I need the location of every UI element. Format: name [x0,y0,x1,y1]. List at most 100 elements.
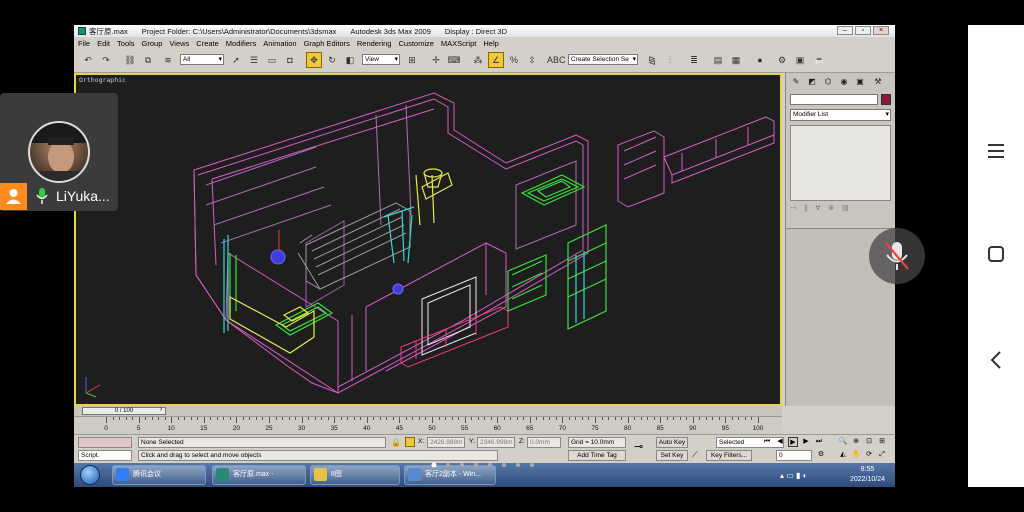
window-crossing-icon[interactable]: ◘ [282,52,298,68]
snaps-toggle-icon[interactable]: ⁂ [470,52,486,68]
unlink-icon[interactable]: ⧉ [140,52,156,68]
zoom-all-icon[interactable]: ⊕ [851,437,861,447]
orbit-icon[interactable]: ⟳ [864,450,874,460]
edit-named-selection-icon[interactable]: ABC [546,52,566,68]
selection-filter-dropdown[interactable]: All [180,54,224,65]
modifier-stack[interactable] [790,125,891,201]
object-color-swatch[interactable] [881,94,891,105]
hierarchy-tab-icon[interactable]: ⌬ [822,76,834,88]
x-coordinate-field[interactable]: 2426.988m [427,437,465,448]
quick-render-icon[interactable]: ☕ [812,52,828,68]
schematic-view-icon[interactable]: ▦ [728,52,744,68]
link-icon[interactable]: ⛓ [122,52,138,68]
keyboard-shortcut-icon[interactable]: ⌨ [446,52,462,68]
menu-animation[interactable]: Animation [263,39,296,48]
z-coordinate-field[interactable]: 0.0mm [527,437,561,448]
select-scale-icon[interactable]: ◧ [342,52,358,68]
select-move-icon[interactable]: ✥ [306,52,322,68]
align-icon[interactable]: ⫶ [662,52,678,68]
lock-icon[interactable]: 🔒 [391,438,401,447]
menu-graph-editors[interactable]: Graph Editors [304,39,350,48]
task-tencent-meeting[interactable]: 腾讯会议 [112,465,206,485]
time-slider[interactable]: 0 / 100 › [74,406,782,416]
go-to-end-icon[interactable]: ⏭ [814,437,824,447]
floating-mic-button[interactable] [869,228,925,284]
select-by-name-icon[interactable]: ☰ [246,52,262,68]
previous-frame-icon[interactable]: ◀ [775,437,785,447]
menu-create[interactable]: Create [196,39,219,48]
key-mode-toggle-icon[interactable]: ⟋ [692,450,698,460]
modify-tab-icon[interactable]: ◩ [806,76,818,88]
next-frame-icon[interactable]: › [160,406,162,413]
next-frame-button-icon[interactable]: ▶ [801,437,811,447]
tray-icons[interactable]: ▴ ▭ ▮ ◐ [780,471,807,480]
stack-buttons[interactable]: ⊣ ∥ ∀ ⊗ ▤ [790,204,891,216]
select-rotate-icon[interactable]: ↻ [324,52,340,68]
y-coordinate-field[interactable]: 2346.998m [477,437,515,448]
maxscript-listener-mini[interactable] [78,437,132,448]
rect-selection-icon[interactable]: ▭ [264,52,280,68]
time-configuration-icon[interactable]: ⚙ [816,450,826,460]
task-3dsmax[interactable]: 客厅原.max - [212,465,306,485]
maximize-button[interactable]: ▫ [855,26,871,35]
layer-manager-icon[interactable]: ≣ [686,52,702,68]
spinner-snap-icon[interactable]: ⇳ [524,52,540,68]
menu-customize[interactable]: Customize [398,39,433,48]
zoom-extents-all-icon[interactable]: ⊞ [877,437,887,447]
menu-views[interactable]: Views [169,39,189,48]
frame-counter[interactable]: 0 / 100 [82,407,166,415]
key-icon[interactable]: ⊸ [634,440,643,453]
menu-modifiers[interactable]: Modifiers [226,39,256,48]
set-key-button[interactable]: Set Key [656,450,688,461]
motion-tab-icon[interactable]: ◉ [838,76,850,88]
pivot-center-icon[interactable]: ⊞ [404,52,420,68]
redo-icon[interactable]: ↷ [98,52,114,68]
absolute-mode-icon[interactable] [405,437,415,447]
menu-group[interactable]: Group [142,39,163,48]
menu-help[interactable]: Help [483,39,498,48]
modifier-list-dropdown[interactable]: Modifier List [790,109,891,121]
undo-icon[interactable]: ↶ [80,52,96,68]
manipulate-icon[interactable]: ✢ [428,52,444,68]
system-clock[interactable]: 8:55 2022/10/24 [850,465,885,485]
menu-edit[interactable]: Edit [97,39,110,48]
close-button[interactable]: × [873,26,889,35]
task-folder[interactable]: 8图 [310,465,400,485]
add-time-tag-button[interactable]: Add Time Tag [568,450,626,461]
render-setup-icon[interactable]: ⚙ [774,52,790,68]
create-tab-icon[interactable]: ✎ [790,76,802,88]
menu-rendering[interactable]: Rendering [357,39,392,48]
orthographic-viewport[interactable]: Orthographic [74,73,782,406]
play-icon[interactable]: ▶ [788,437,798,447]
select-object-icon[interactable]: ➚ [228,52,244,68]
rendered-frame-icon[interactable]: ▣ [792,52,808,68]
go-to-start-icon[interactable]: ⏮ [762,437,772,447]
script-label[interactable]: Script. [78,450,132,461]
named-selection-dropdown[interactable]: Create Selection Se [568,54,638,65]
mirror-icon[interactable]: ⧎ [644,52,660,68]
menu-maxscript[interactable]: MAXScript [441,39,476,48]
menu-tools[interactable]: Tools [117,39,135,48]
utilities-tab-icon[interactable]: ⚒ [872,76,884,88]
zoom-extents-icon[interactable]: ⊡ [864,437,874,447]
auto-key-button[interactable]: Auto Key [656,437,688,448]
key-filters-button[interactable]: Key Filters... [706,450,752,461]
field-of-view-icon[interactable]: ◭ [838,450,848,460]
windows-start-button[interactable] [80,465,100,485]
material-editor-icon[interactable]: ● [752,52,768,68]
menu-file[interactable]: File [78,39,90,48]
object-name-field[interactable] [790,94,878,105]
angle-snap-icon[interactable]: ∠ [488,52,504,68]
current-frame-field[interactable]: 0 [776,450,812,461]
pan-icon[interactable]: ✋ [851,450,861,460]
percent-snap-icon[interactable]: % [506,52,522,68]
maximize-viewport-icon[interactable]: ⤢ [877,450,887,460]
key-mode-dropdown[interactable]: Selected [716,437,784,448]
bind-space-warp-icon[interactable]: ≋ [160,52,176,68]
minimize-button[interactable]: – [837,26,853,35]
track-bar[interactable]: 0 5 10 15 20 25 30 35 40 45 50 55 60 65 … [74,416,782,434]
reference-coord-dropdown[interactable]: View [362,54,400,65]
curve-editor-icon[interactable]: ▤ [710,52,726,68]
display-tab-icon[interactable]: ▣ [854,76,866,88]
zoom-icon[interactable]: 🔍 [838,437,848,447]
